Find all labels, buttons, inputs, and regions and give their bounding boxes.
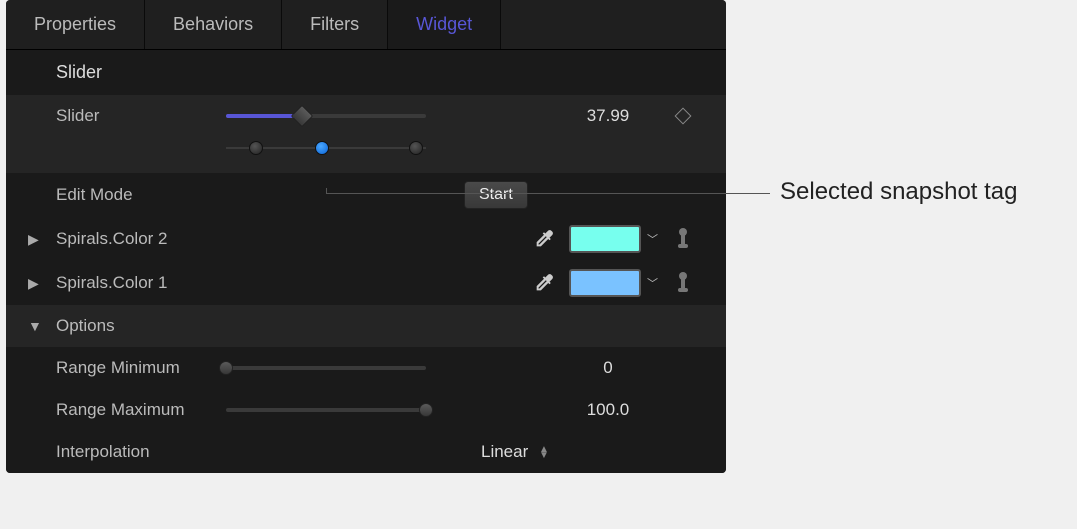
start-button[interactable]: Start	[464, 181, 528, 209]
range-max-label: Range Maximum	[56, 400, 226, 420]
interpolation-row: Interpolation Linear ▲▼	[6, 431, 726, 473]
keyframe-add[interactable]	[658, 110, 708, 122]
range-max-slider[interactable]	[226, 408, 426, 412]
disclosure-param-0[interactable]: ▶	[28, 231, 39, 248]
eyedropper-icon[interactable]	[533, 228, 555, 250]
options-header-row: ▼ Options	[6, 305, 726, 347]
tab-behaviors[interactable]: Behaviors	[145, 0, 282, 49]
interpolation-label: Interpolation	[56, 442, 226, 462]
interpolation-popup[interactable]: Linear ▲▼	[481, 442, 549, 462]
joystick-0[interactable]	[658, 230, 708, 248]
callout-text: Selected snapshot tag	[780, 178, 1018, 206]
slider-thumb[interactable]	[291, 105, 314, 128]
param-label-1: Spirals.Color 1	[56, 273, 226, 293]
param-label-0: Spirals.Color 2	[56, 229, 226, 249]
tab-properties[interactable]: Properties	[6, 0, 145, 49]
range-max-row: Range Maximum 100.0	[6, 389, 726, 431]
eyedropper-icon[interactable]	[533, 272, 555, 294]
snapshot-tag-2[interactable]	[409, 141, 423, 155]
snapshot-tag-0[interactable]	[249, 141, 263, 155]
param-row-1: ▶ Spirals.Color 1 ﹀	[6, 261, 726, 305]
color-well-0[interactable]	[569, 225, 641, 253]
snapshot-row	[6, 137, 726, 173]
tab-widget[interactable]: Widget	[388, 0, 501, 49]
color-chevron-1[interactable]: ﹀	[647, 275, 658, 291]
slider-row: Slider 37.99	[6, 95, 726, 137]
callout-line	[326, 193, 770, 194]
color-well-1[interactable]	[569, 269, 641, 297]
range-min-row: Range Minimum 0	[6, 347, 726, 389]
color-chevron-0[interactable]: ﹀	[647, 231, 658, 247]
disclosure-param-1[interactable]: ▶	[28, 275, 39, 292]
slider-track[interactable]	[226, 114, 426, 118]
snapshot-tag-1[interactable]	[315, 141, 329, 155]
options-label: Options	[56, 316, 226, 336]
range-min-value[interactable]: 0	[558, 358, 658, 378]
tab-bar: Properties Behaviors Filters Widget	[6, 0, 726, 50]
range-min-slider[interactable]	[226, 366, 426, 370]
section-title: Slider	[6, 50, 726, 95]
range-min-label: Range Minimum	[56, 358, 226, 378]
interpolation-value: Linear	[481, 442, 528, 461]
popup-caret-icon: ▲▼	[539, 447, 549, 459]
edit-mode-row: Edit Mode Start	[6, 173, 726, 217]
edit-mode-label: Edit Mode	[56, 185, 226, 205]
slider-label: Slider	[56, 106, 226, 126]
range-max-thumb[interactable]	[419, 403, 433, 417]
disclosure-options[interactable]: ▼	[28, 318, 42, 334]
param-row-0: ▶ Spirals.Color 2 ﹀	[6, 217, 726, 261]
slider-value[interactable]: 37.99	[558, 106, 658, 126]
joystick-1[interactable]	[658, 274, 708, 292]
inspector-panel: Properties Behaviors Filters Widget Slid…	[6, 0, 726, 473]
tab-filters[interactable]: Filters	[282, 0, 388, 49]
range-min-thumb[interactable]	[219, 361, 233, 375]
range-max-value[interactable]: 100.0	[558, 400, 658, 420]
